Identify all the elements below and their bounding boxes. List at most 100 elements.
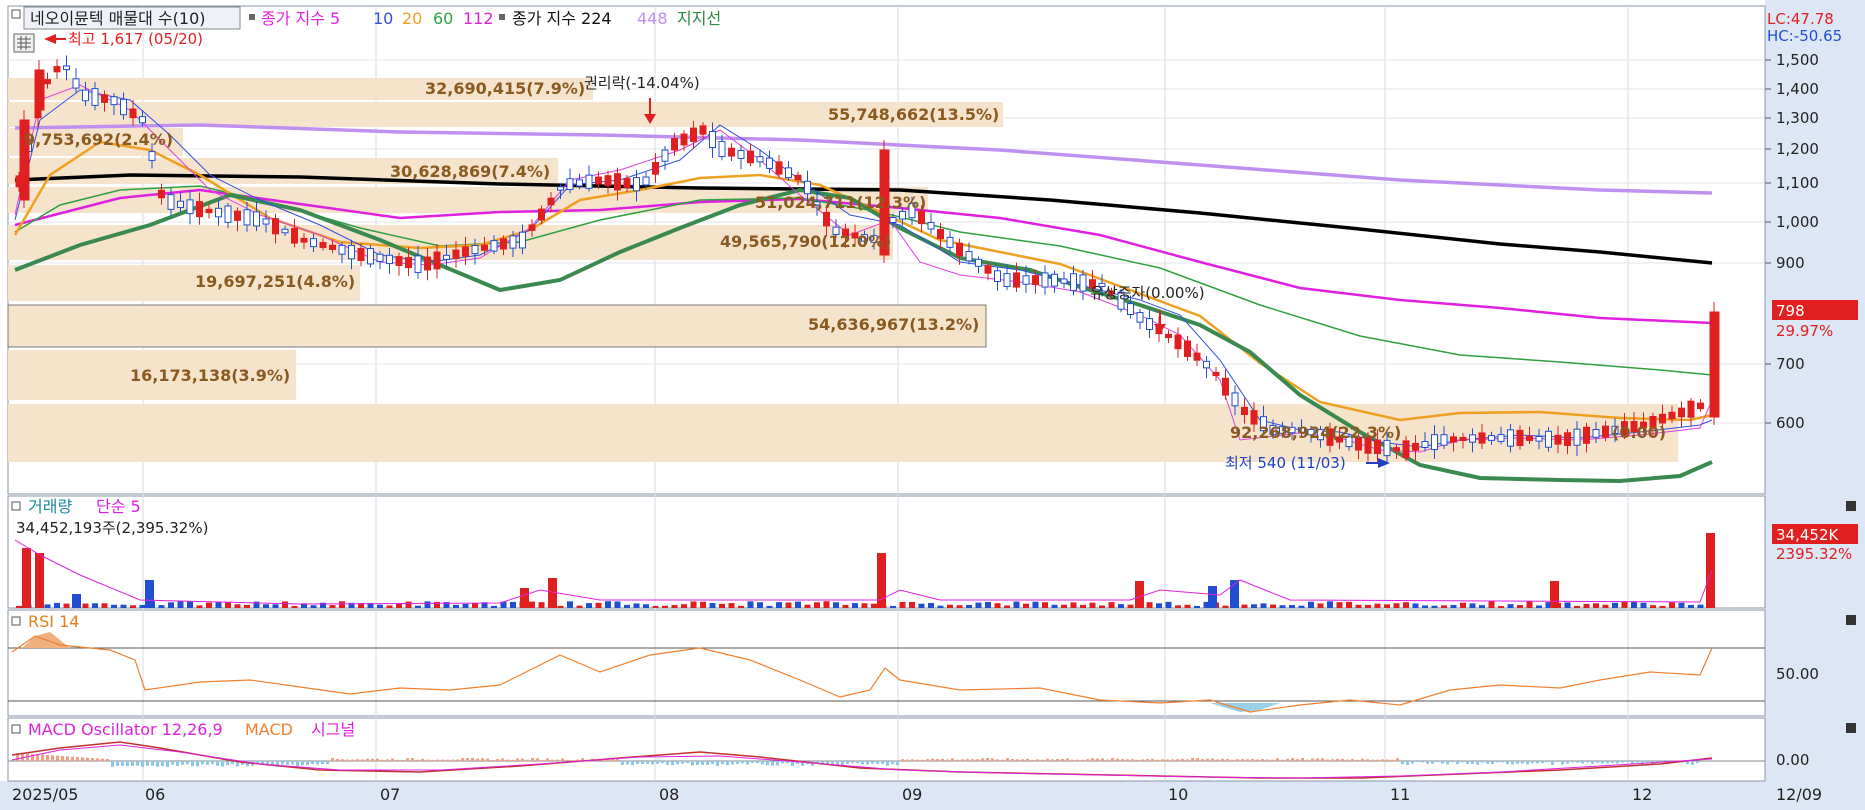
macd-bar xyxy=(871,761,874,764)
candle xyxy=(604,175,612,187)
volume-bar xyxy=(1659,605,1666,608)
macd-bar xyxy=(1236,759,1239,761)
volume-bar xyxy=(690,601,697,608)
volume-bar xyxy=(1412,603,1419,608)
macd-bar xyxy=(1606,761,1609,764)
price-tick: 1,500 xyxy=(1776,51,1819,69)
macd-bar xyxy=(1376,759,1379,761)
macd-bar xyxy=(1221,758,1224,761)
macd-bar xyxy=(1041,759,1044,761)
rsi-panel[interactable] xyxy=(7,609,1766,717)
macd-bar xyxy=(941,758,944,761)
candle xyxy=(1516,429,1524,447)
candle xyxy=(490,240,498,252)
stock-chart[interactable]: 32,690,415(7.9%) 55,748,662(13.5%) 9,753… xyxy=(0,0,1865,810)
macd-bar xyxy=(721,761,724,765)
volume-bar xyxy=(681,604,687,608)
macd-bar xyxy=(1141,759,1144,761)
panel-toggle-icon[interactable] xyxy=(11,9,21,19)
macd-bar xyxy=(136,761,139,766)
macd-bar xyxy=(316,761,319,765)
profile-bar xyxy=(8,404,1678,462)
macd-bar xyxy=(366,758,369,761)
volume-bar xyxy=(1422,605,1428,608)
macd-bar xyxy=(111,761,114,767)
volume-bar xyxy=(139,604,146,608)
candle xyxy=(538,208,545,221)
candle xyxy=(671,137,678,151)
macd-bar xyxy=(1351,758,1354,761)
macd-bar xyxy=(1056,758,1059,761)
volume-bar xyxy=(16,605,22,608)
candle xyxy=(500,238,507,250)
volume-bar xyxy=(415,605,421,608)
macd-bar xyxy=(846,761,849,764)
macd-bar xyxy=(1561,761,1564,765)
candle xyxy=(547,197,555,206)
chart-svg[interactable]: 32,690,415(7.9%) 55,748,662(13.5%) 9,753… xyxy=(0,0,1865,810)
volume-bar xyxy=(111,604,117,608)
macd-bar xyxy=(1356,759,1359,761)
macd-bar xyxy=(1121,759,1124,761)
candle xyxy=(1032,275,1039,285)
x-label: 06 xyxy=(145,785,165,804)
candle xyxy=(937,229,944,240)
volume-bar xyxy=(272,604,279,608)
volume-panel[interactable] xyxy=(7,495,1766,609)
candle xyxy=(1459,436,1467,442)
candle xyxy=(1079,274,1087,292)
volume-profile xyxy=(7,78,1678,462)
volume-bar xyxy=(1374,603,1381,608)
close-icon[interactable] xyxy=(1846,723,1856,733)
macd-bar xyxy=(651,761,654,765)
candle xyxy=(1060,278,1068,284)
volume-bar xyxy=(605,601,611,608)
volume-bar xyxy=(719,603,725,608)
macd-bar xyxy=(1171,759,1174,761)
candle xyxy=(386,254,393,265)
macd-bar xyxy=(311,761,314,765)
price-tick: 1,100 xyxy=(1776,174,1819,192)
candle xyxy=(443,254,450,260)
volume-bar xyxy=(738,605,744,608)
macd-bar xyxy=(1106,759,1109,761)
macd-bar xyxy=(556,759,559,761)
x-axis-background xyxy=(0,781,1865,810)
volume-bar xyxy=(244,604,250,608)
low-annotation: 최저 540 (11/03) xyxy=(1225,454,1346,472)
candle xyxy=(243,209,251,226)
high-arrow-icon xyxy=(44,34,56,44)
close-icon[interactable] xyxy=(1846,501,1856,511)
macd-bar xyxy=(981,758,984,761)
macd-bar xyxy=(1456,761,1459,765)
candle xyxy=(1497,434,1505,442)
panel-toggle-icon[interactable] xyxy=(11,501,21,511)
volume-bar xyxy=(1593,603,1599,608)
candle xyxy=(1687,400,1695,418)
panel-toggle-icon[interactable] xyxy=(11,724,21,734)
candle xyxy=(1545,430,1552,448)
macd-bar xyxy=(1161,759,1164,761)
panel-toggle-icon[interactable] xyxy=(11,616,21,626)
macd-bar xyxy=(521,758,524,761)
candle xyxy=(614,173,621,191)
macd-bar xyxy=(781,761,784,764)
macd-bar xyxy=(496,759,499,761)
ma-legend: 종가 지수 5 xyxy=(261,9,340,28)
volume-bar xyxy=(633,603,640,608)
macd-bar xyxy=(1301,758,1304,761)
macd-bar xyxy=(1246,759,1249,761)
macd-bar xyxy=(1176,759,1179,761)
volume-bar xyxy=(1080,604,1086,608)
price-tick: 1,300 xyxy=(1776,109,1819,127)
candle xyxy=(766,157,773,169)
macd-bar xyxy=(1526,761,1529,765)
volume-bar xyxy=(1507,604,1514,608)
macd-bar xyxy=(401,759,404,761)
candle xyxy=(205,208,213,214)
candle xyxy=(633,177,640,192)
candle xyxy=(1193,352,1201,361)
macd-bar xyxy=(836,761,839,765)
close-icon[interactable] xyxy=(1846,615,1856,625)
macd-bar xyxy=(426,759,429,761)
